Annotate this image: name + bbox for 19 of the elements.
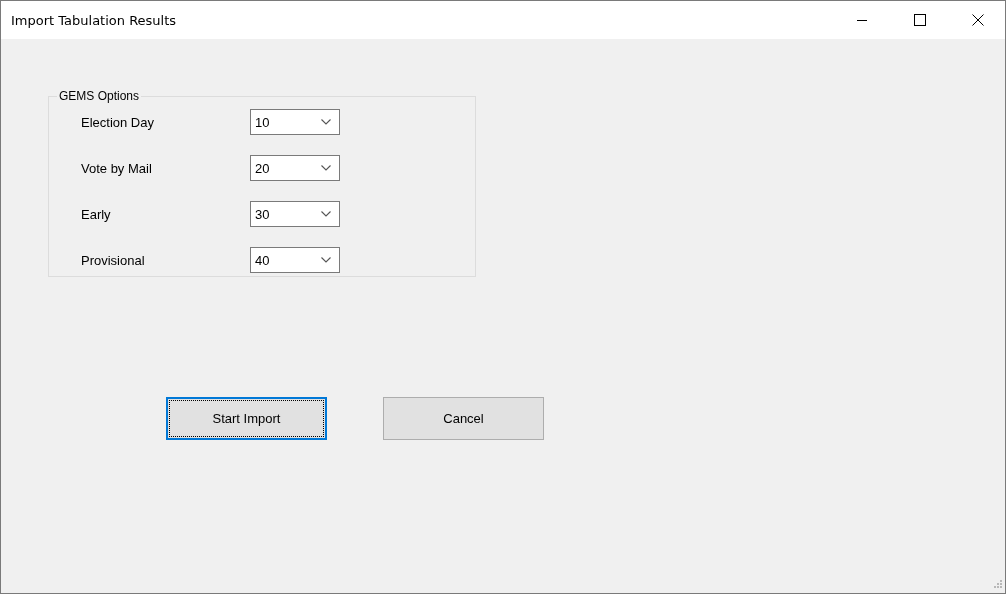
dropdown[interactable]: 40 (250, 247, 340, 273)
dropdown[interactable]: 20 (250, 155, 340, 181)
dropdown[interactable]: 30 (250, 201, 340, 227)
chevron-down-icon (321, 211, 331, 217)
dialog-button[interactable]: Cancel (383, 397, 544, 440)
dialog-button[interactable]: Start Import (166, 397, 327, 440)
chevron-down-icon (321, 119, 331, 125)
maximize-icon[interactable] (914, 14, 926, 26)
field-label: Vote by Mail (81, 160, 153, 176)
close-icon[interactable] (972, 14, 984, 26)
group-title: GEMS Options (58, 89, 141, 103)
field-label: Early (81, 206, 112, 222)
resize-grip-icon[interactable] (992, 580, 1003, 591)
window-title: Import Tabulation Results (11, 12, 177, 28)
dropdown[interactable]: 10 (250, 109, 340, 135)
chevron-down-icon (321, 257, 331, 263)
chevron-down-icon (321, 165, 331, 171)
field-label: Election Day (81, 114, 155, 130)
field-label: Provisional (81, 252, 146, 268)
